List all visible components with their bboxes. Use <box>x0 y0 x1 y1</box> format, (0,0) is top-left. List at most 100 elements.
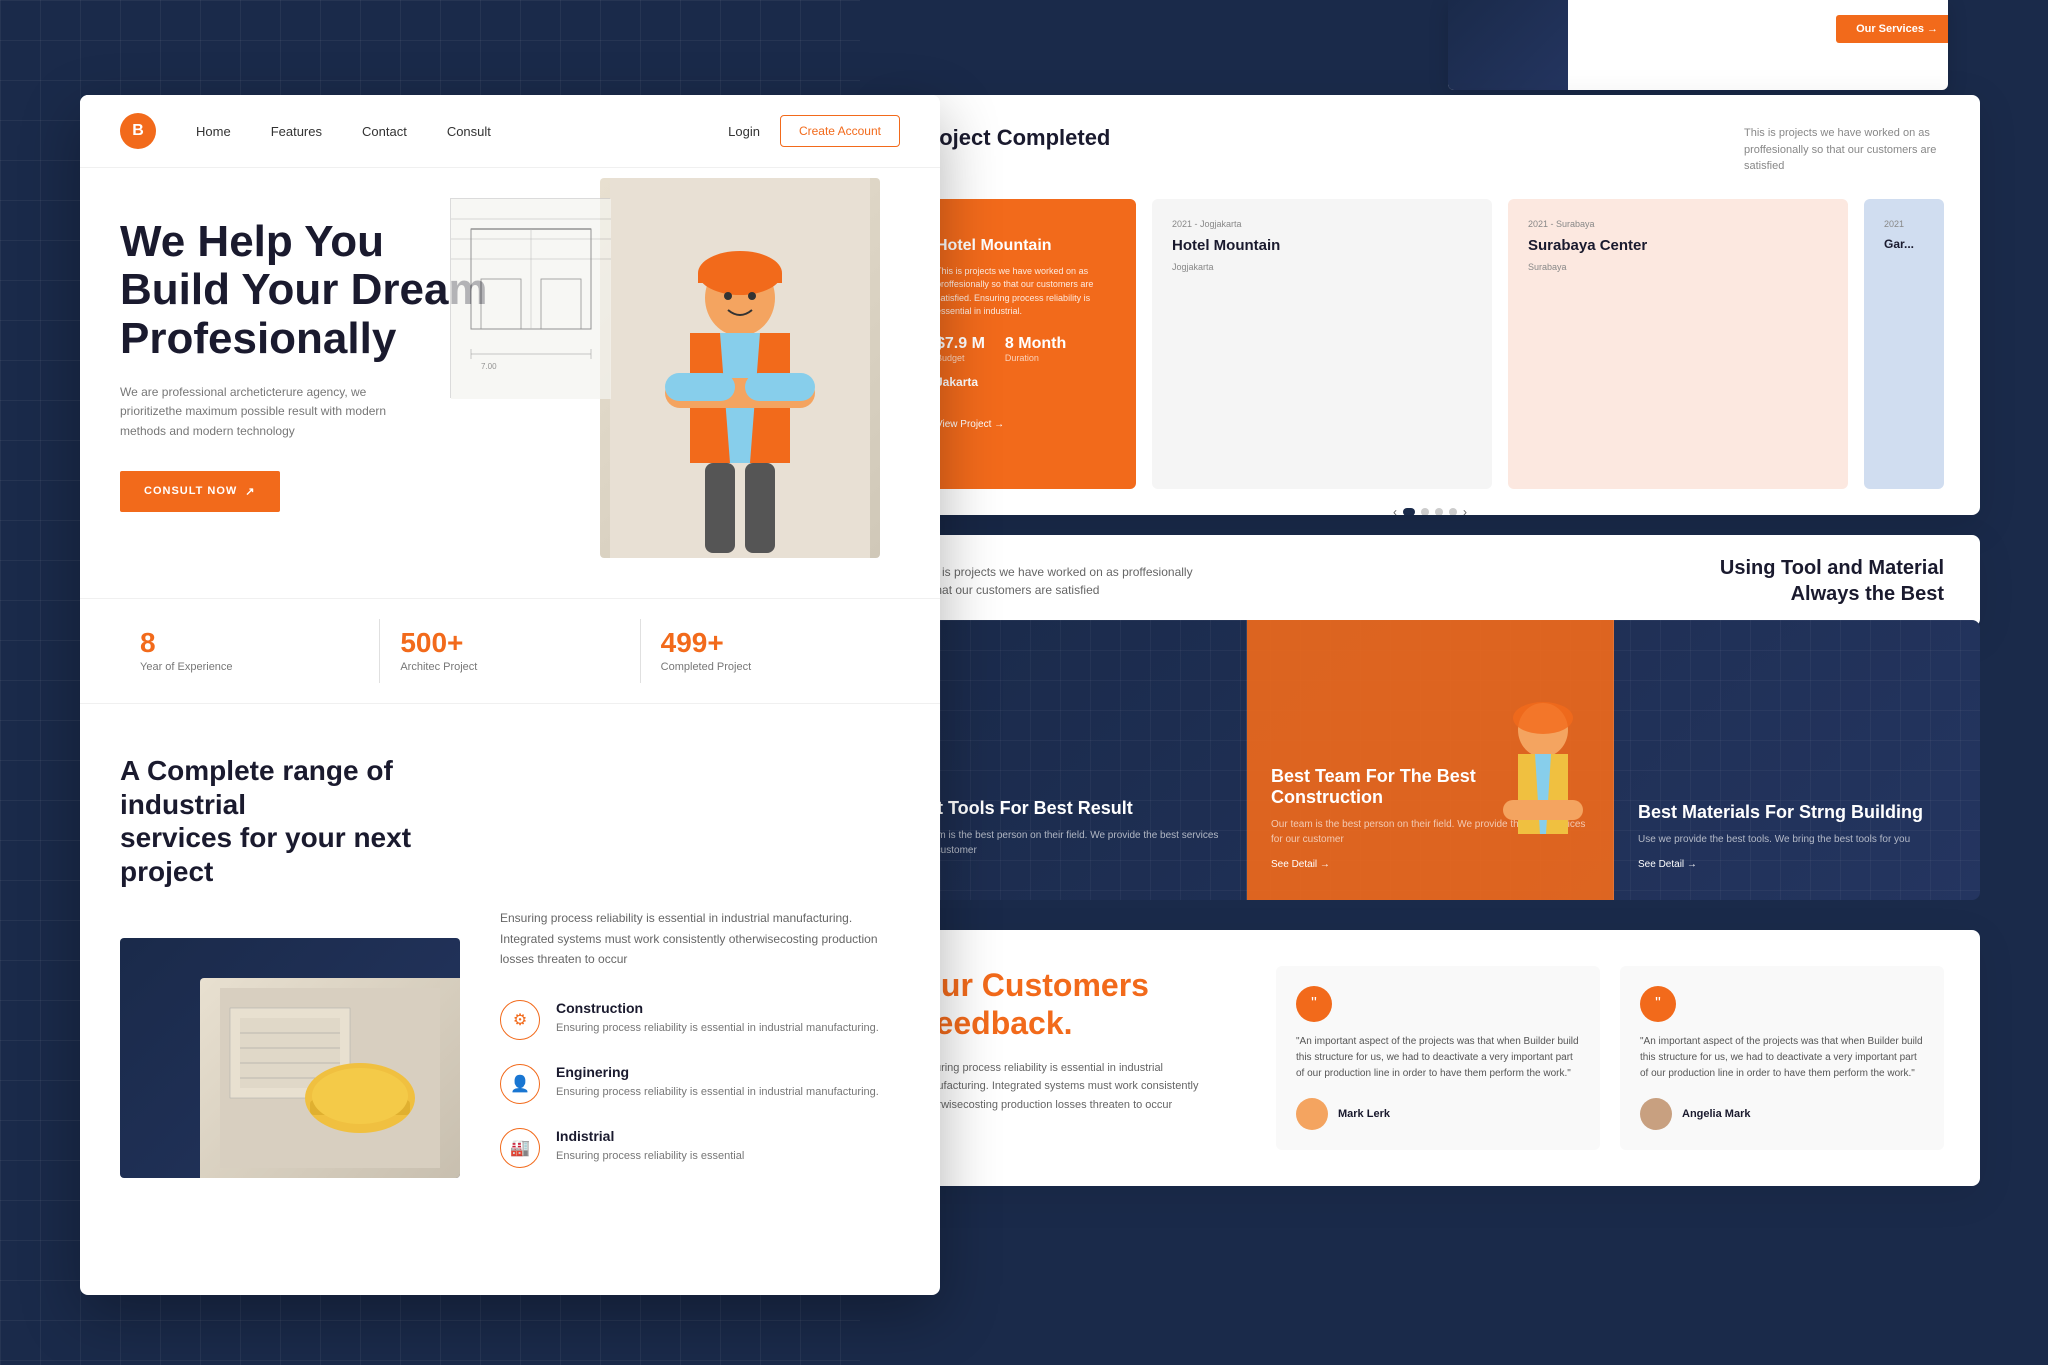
industrial-title: Indistrial <box>556 1128 744 1144</box>
services-image-area <box>120 908 460 1191</box>
construction-icon: ⚙ <box>500 1000 540 1040</box>
services-title: A Complete range of industrial services … <box>120 754 480 888</box>
prev-arrow[interactable]: ‹ <box>1393 505 1397 516</box>
service-industrial: 🏭 Indistrial Ensuring process reliabilit… <box>500 1128 900 1168</box>
stat-completed-label: Completed Project <box>661 661 880 673</box>
stat-projects-number: 500+ <box>400 629 619 657</box>
industrial-desc: Ensuring process reliability is essentia… <box>556 1148 744 1165</box>
feedback-card-2: " "An important aspect of the projects w… <box>1620 966 1944 1150</box>
services-right: Ensuring process reliability is essentia… <box>500 908 900 1191</box>
card-1-title: Best Tools For Best Result <box>904 798 1222 820</box>
feedback-author-2: Angelia Mark <box>1640 1098 1924 1130</box>
avatar-2 <box>1640 1098 1672 1130</box>
card-3-title: Best Materials For Strng Building <box>1638 802 1956 824</box>
hero-description: We are professional archeticterure agenc… <box>120 383 420 441</box>
svg-text:7.00: 7.00 <box>481 362 497 371</box>
project-name-1: Hotel Mountain <box>936 237 1116 255</box>
nav-contact[interactable]: Contact <box>362 124 407 139</box>
logo[interactable]: B <box>120 113 156 149</box>
view-project-link[interactable]: View Project → <box>936 419 1116 430</box>
next-arrow[interactable]: › <box>1463 505 1467 516</box>
project-budget: $7.9 M <box>936 335 985 353</box>
dot-2[interactable] <box>1421 508 1429 516</box>
project-desc-1: This is projects we have worked on as pr… <box>936 265 1116 319</box>
our-services-button[interactable]: Our Services → <box>1836 15 1948 43</box>
feedback-text-1: "An important aspect of the projects was… <box>1296 1034 1580 1082</box>
quote-icon-1: " <box>1296 986 1332 1022</box>
feedback-card-1: " "An important aspect of the projects w… <box>1276 966 1600 1150</box>
worker-image <box>600 178 880 558</box>
card-3-link[interactable]: See Detail → <box>1638 859 1956 870</box>
project-col-pink: 2021 - Surabaya Surabaya Center Surabaya <box>1508 199 1848 489</box>
project-hotel-mountain: Hotel Mountain This is projects we have … <box>916 199 1136 489</box>
engineering-title: Enginering <box>556 1064 879 1080</box>
tools-desc: This is projects we have worked on as pr… <box>916 563 1196 599</box>
card-1-desc: Our team is the best person on their fie… <box>904 828 1222 858</box>
snippet-image <box>1448 0 1568 90</box>
blueprint-sketch: 7.00 <box>450 198 610 398</box>
arrow-icon: ↗ <box>245 485 255 498</box>
hero-title: We Help You Build Your Dream Profesional… <box>120 218 500 363</box>
service-construction: ⚙ Construction Ensuring process reliabil… <box>500 1000 900 1040</box>
cards-section: Best Tools For Best Result Our team is t… <box>880 620 1980 900</box>
industrial-info: Indistrial Ensuring process reliability … <box>556 1128 744 1165</box>
services-section: A Complete range of industrial services … <box>80 704 940 1222</box>
website-card: B Home Features Contact Consult Login Cr… <box>80 95 940 1295</box>
stat-experience-number: 8 <box>140 629 359 657</box>
nav-links: Home Features Contact Consult <box>196 124 728 139</box>
tools-title: Using Tool and Material Always the Best <box>1664 555 1944 607</box>
dot-4[interactable] <box>1449 508 1457 516</box>
project-duration: 8 Month <box>1005 335 1066 353</box>
project-completed-subtitle: This is projects we have worked on as pr… <box>1744 125 1944 175</box>
project-stats-1: $7.9 M Budget 8 Month Duration <box>936 335 1116 363</box>
nav-home[interactable]: Home <box>196 124 231 139</box>
services-layout: Ensuring process reliability is essentia… <box>120 908 900 1191</box>
engineering-icon: 👤 <box>500 1064 540 1104</box>
project-col-blue: 2021 Gar... <box>1864 199 1944 489</box>
author-name-2: Angelia Mark <box>1682 1108 1750 1120</box>
dot-3[interactable] <box>1435 508 1443 516</box>
card-3-desc: Use we provide the best tools. We bring … <box>1638 832 1956 847</box>
nav-features[interactable]: Features <box>271 124 322 139</box>
feedback-description: Ensuring process reliability is essentia… <box>916 1059 1236 1115</box>
author-name-1: Mark Lerk <box>1338 1108 1390 1120</box>
hero-section: We Help You Build Your Dream Profesional… <box>80 168 940 588</box>
login-link[interactable]: Login <box>728 124 760 139</box>
feedback-left: Our Customers Feedback. Ensuring process… <box>916 966 1236 1150</box>
feedback-author-1: Mark Lerk <box>1296 1098 1580 1130</box>
dot-1[interactable] <box>1403 508 1415 516</box>
project-header: Project Completed This is projects we ha… <box>916 125 1944 175</box>
consult-button[interactable]: CONSULT NOW ↗ <box>120 471 280 512</box>
create-account-button[interactable]: Create Account <box>780 115 900 147</box>
avatar-1 <box>1296 1098 1328 1130</box>
nav-consult[interactable]: Consult <box>447 124 491 139</box>
project-completed-card: Project Completed This is projects we ha… <box>880 95 1980 515</box>
blueprint-svg: 7.00 <box>451 199 611 399</box>
navbar: B Home Features Contact Consult Login Cr… <box>80 95 940 168</box>
pagination: ‹ › <box>916 505 1944 516</box>
hardhat-image <box>200 978 460 1178</box>
card-best-materials: Best Materials For Strng Building Use we… <box>1614 620 1980 900</box>
engineering-info: Enginering Ensuring process reliability … <box>556 1064 879 1101</box>
stat-projects-label: Architec Project <box>400 661 619 673</box>
stat-projects: 500+ Architec Project <box>380 619 640 683</box>
project-col-gray: 2021 - Jogjakarta Hotel Mountain Jogjaka… <box>1152 199 1492 489</box>
project-completed-title: Project Completed <box>916 125 1110 151</box>
project-grid: Hotel Mountain This is projects we have … <box>916 199 1944 489</box>
hero-content: We Help You Build Your Dream Profesional… <box>120 218 500 512</box>
right-panels: Our Services → Project Completed This is… <box>820 0 2048 1365</box>
stat-experience-label: Year of Experience <box>140 661 359 673</box>
feedback-title: Our Customers Feedback. <box>916 966 1236 1043</box>
tools-section: This is projects we have worked on as pr… <box>880 535 1980 627</box>
stat-completed: 499+ Completed Project <box>641 619 900 683</box>
worker-in-card <box>1473 680 1613 900</box>
quote-icon-2: " <box>1640 986 1676 1022</box>
card-best-team: Best Team For The Best Construction Our … <box>1247 620 1614 900</box>
feedback-layout: Our Customers Feedback. Ensuring process… <box>916 966 1944 1150</box>
feedback-text-2: "An important aspect of the projects was… <box>1640 1034 1924 1082</box>
feedback-section: Our Customers Feedback. Ensuring process… <box>880 930 1980 1186</box>
services-image-block <box>120 938 460 1178</box>
engineering-desc: Ensuring process reliability is essentia… <box>556 1084 879 1101</box>
project-location: Jakarta <box>936 375 1116 389</box>
stat-completed-number: 499+ <box>661 629 880 657</box>
